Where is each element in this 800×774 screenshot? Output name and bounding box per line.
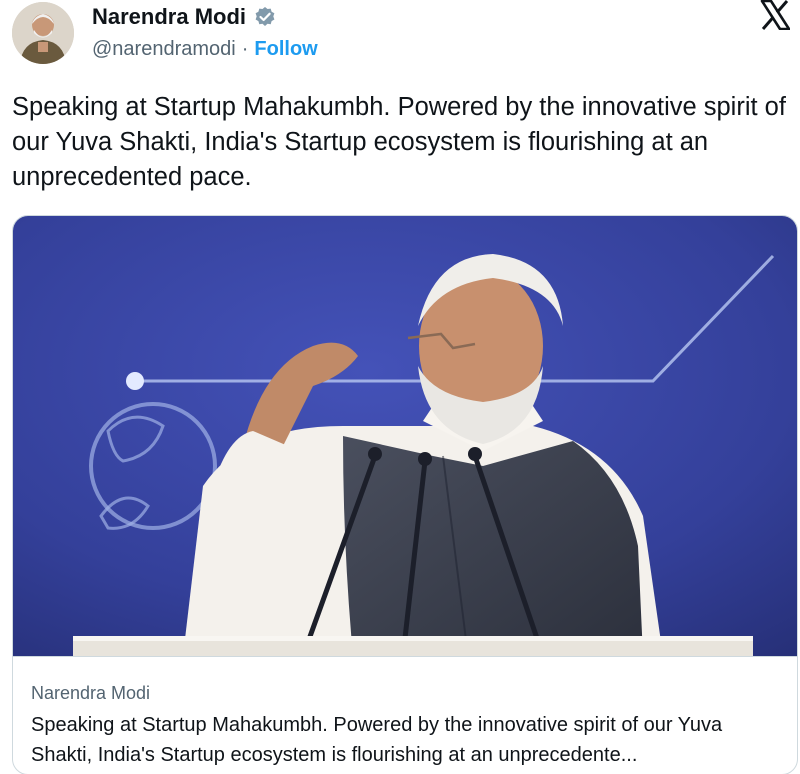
video-thumbnail[interactable]	[13, 216, 797, 656]
verified-badge-icon	[254, 6, 276, 28]
tweet-text: Speaking at Startup Mahakumbh. Powered b…	[12, 93, 786, 191]
author-avatar[interactable]	[12, 2, 74, 64]
author-handle[interactable]: @narendramodi	[92, 38, 236, 61]
x-logo-icon[interactable]	[760, 0, 791, 31]
separator-dot: ·	[241, 38, 249, 60]
tweet-header: Narendra Modi @narendramodi · Follow	[0, 0, 800, 80]
card-meta[interactable]: Narendra Modi Speaking at Startup Mahaku…	[13, 656, 797, 774]
follow-button[interactable]: Follow	[254, 38, 317, 61]
link-card[interactable]: Narendra Modi Speaking at Startup Mahaku…	[12, 215, 798, 774]
author-name[interactable]: Narendra Modi	[92, 4, 246, 30]
card-title: Narendra Modi	[31, 683, 151, 703]
card-description: Speaking at Startup Mahakumbh. Powered b…	[31, 714, 723, 766]
